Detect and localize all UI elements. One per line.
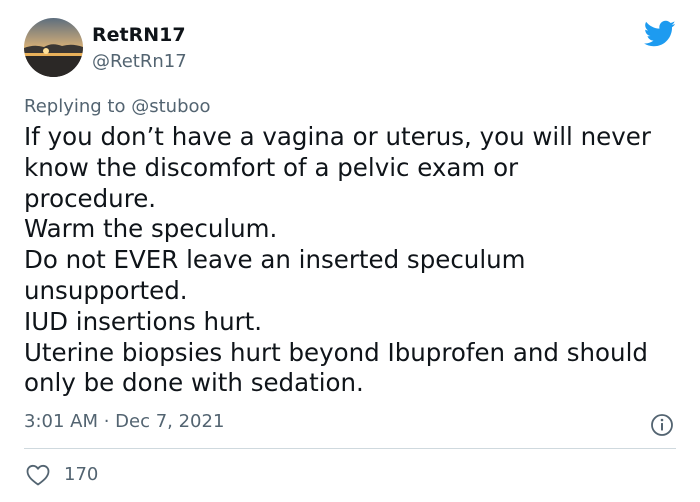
author-handle[interactable]: @RetRn17 (92, 51, 187, 73)
tweet-line: IUD insertions hurt. (24, 306, 263, 336)
tweet-line: know the discomfort of a pelvic exam or (24, 152, 519, 182)
tweet-text: If you don’t have a vagina or uterus, yo… (24, 122, 684, 399)
info-icon[interactable] (650, 413, 674, 437)
tweet-line: If you don’t have a vagina or uterus, yo… (24, 122, 651, 151)
tweet-line: only be done with sedation. (24, 368, 364, 398)
reply-context: Replying to @stuboo (24, 96, 211, 118)
like-count: 170 (64, 464, 99, 485)
tweet-line: Warm the speculum. (24, 214, 278, 244)
twitter-bird-icon[interactable] (644, 20, 676, 48)
heart-icon[interactable] (26, 464, 50, 486)
avatar-sunset-image (24, 18, 83, 77)
tweet-line: procedure. (24, 183, 157, 213)
divider (24, 448, 676, 449)
tweet-line: unsupported. (24, 275, 188, 305)
author-display-name[interactable]: RetRN17 (92, 24, 186, 46)
reply-prefix: Replying to (24, 96, 126, 117)
tweet-card: RetRN17 @RetRn17 Replying to @stuboo If … (0, 0, 700, 502)
reply-to-handle[interactable]: @stuboo (131, 96, 210, 117)
avatar[interactable] (24, 18, 83, 77)
tweet-line: Do not EVER leave an inserted speculum (24, 245, 526, 275)
tweet-line: Uterine biopsies hurt beyond Ibuprofen a… (24, 337, 648, 367)
tweet-timestamp[interactable]: 3:01 AM · Dec 7, 2021 (24, 411, 224, 433)
